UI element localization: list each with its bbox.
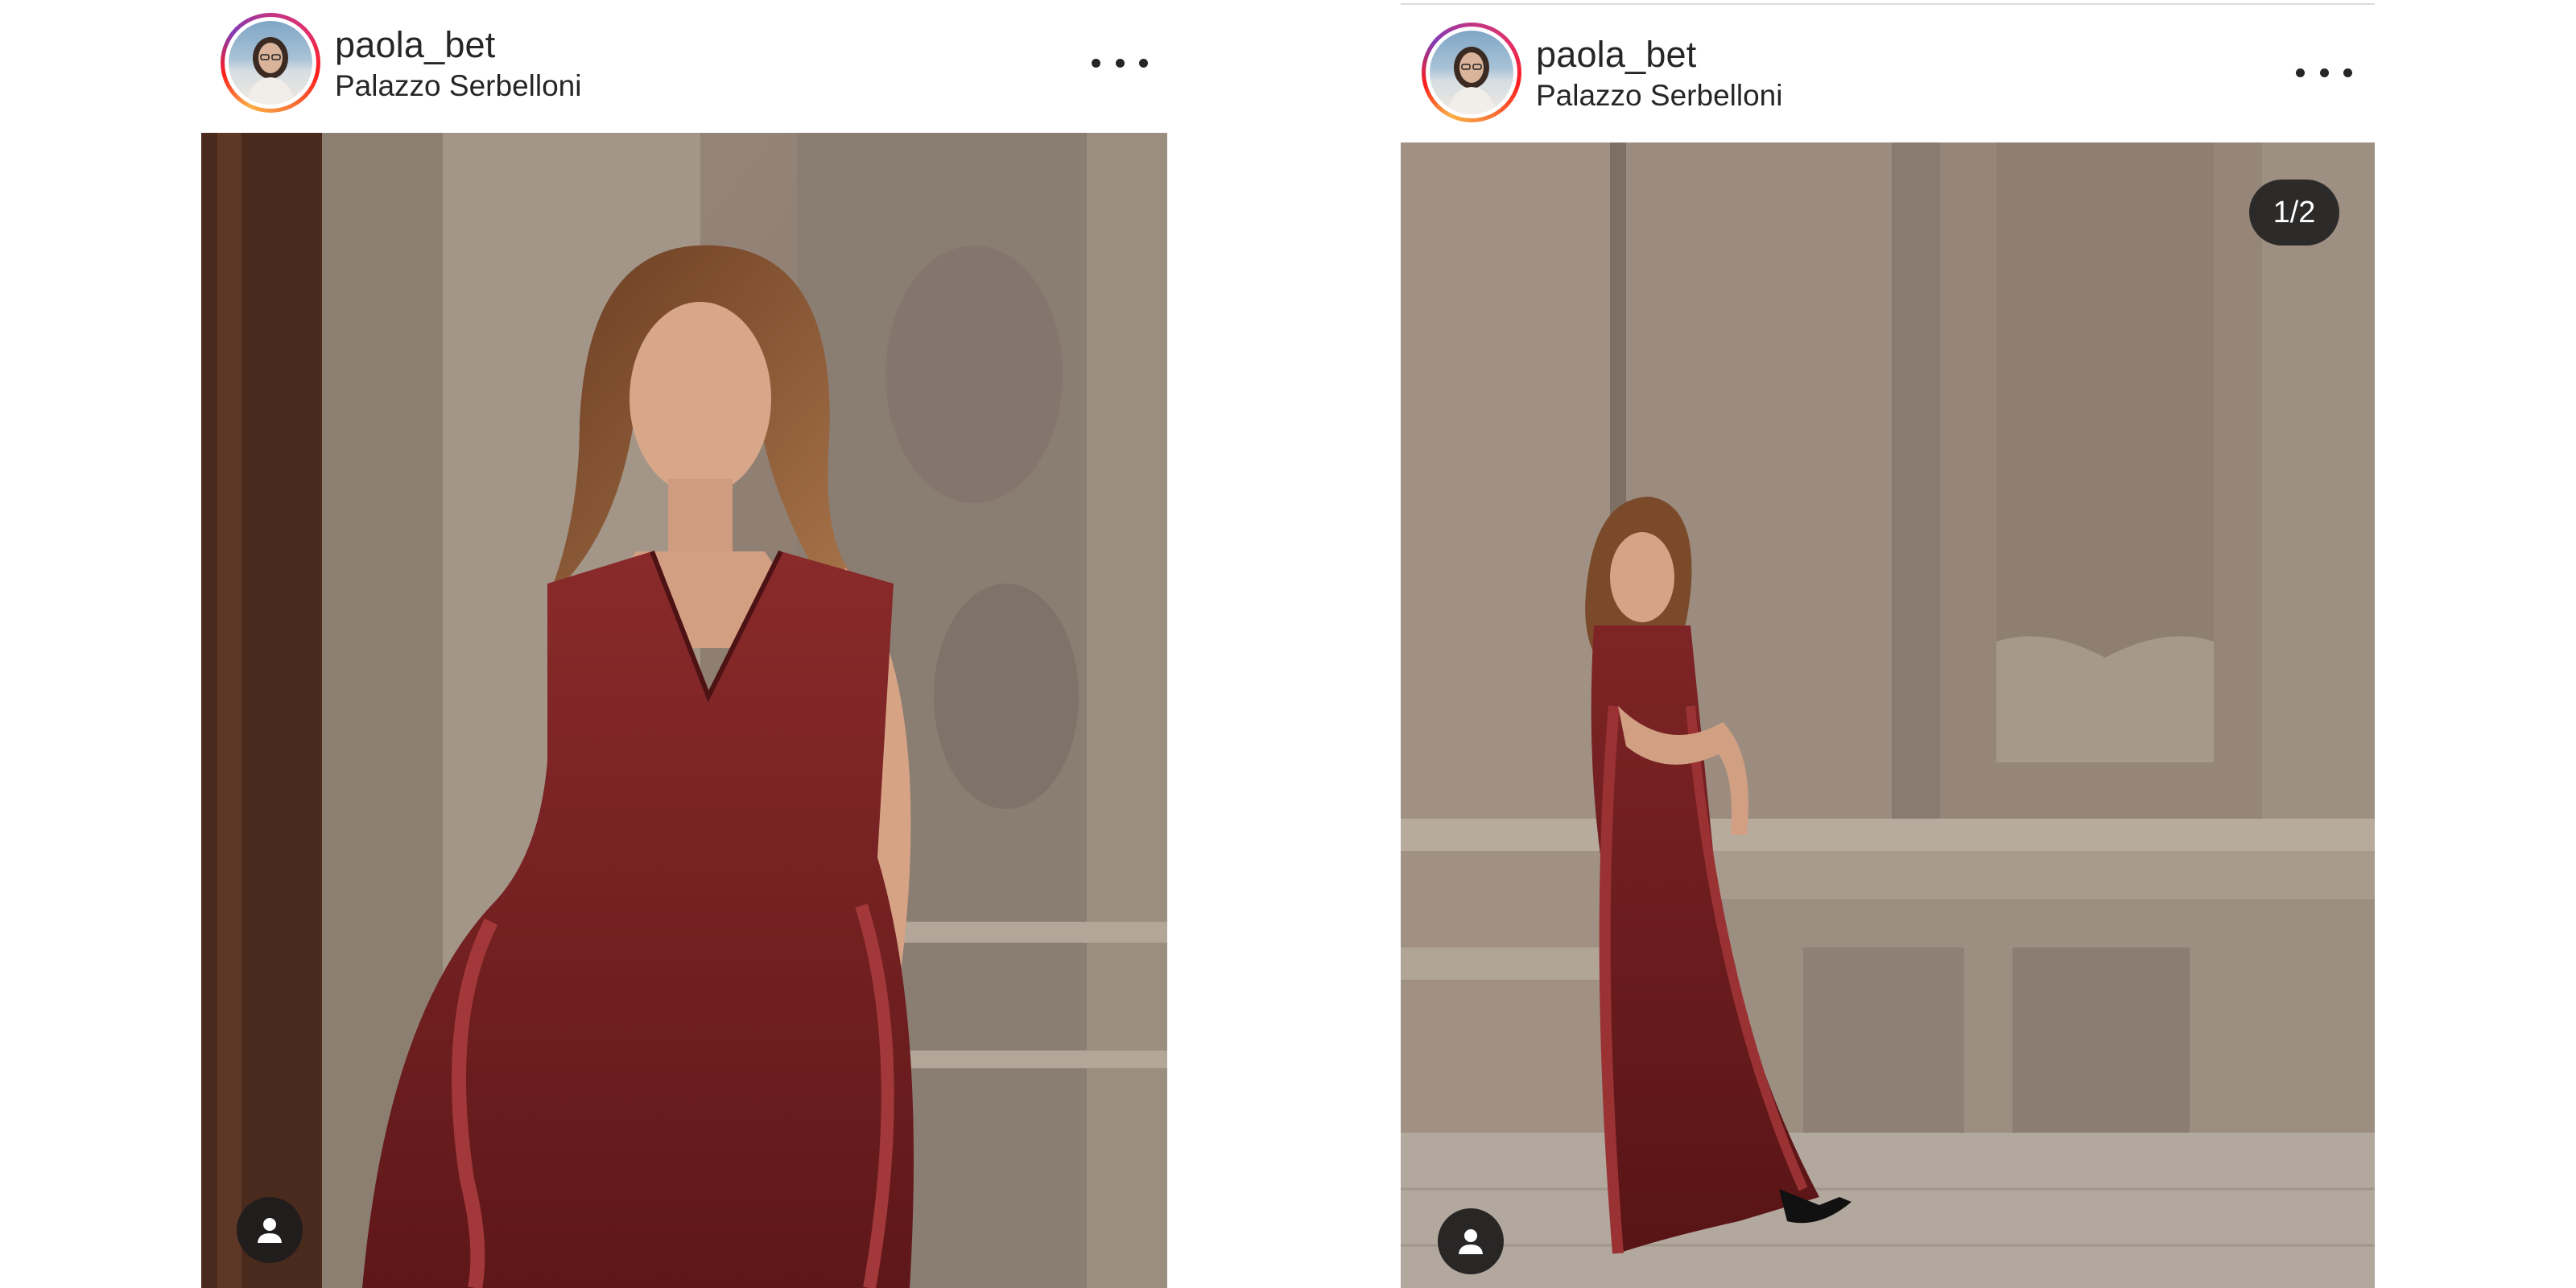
avatar-image [246, 37, 295, 105]
carousel-counter: 1/2 [2249, 180, 2339, 246]
username-link[interactable]: paola_bet [335, 24, 496, 66]
post-photo-image [1401, 142, 2375, 1288]
post-photo[interactable] [201, 133, 1167, 1288]
avatar-photo [1430, 31, 1513, 114]
location-link[interactable]: Palazzo Serbelloni [1536, 79, 1782, 113]
user-tag-button[interactable] [1438, 1208, 1504, 1274]
post-header: paola_bet Palazzo Serbelloni [1401, 0, 2375, 133]
post-header: paola_bet Palazzo Serbelloni [201, 0, 1167, 133]
avatar[interactable] [1422, 23, 1521, 122]
more-horizontal-icon[interactable] [1092, 47, 1148, 79]
avatar[interactable] [221, 13, 320, 113]
location-link[interactable]: Palazzo Serbelloni [335, 69, 581, 103]
avatar-photo [229, 21, 312, 105]
post-photo-image [201, 133, 1167, 1288]
post-card-2: paola_bet Palazzo Serbelloni 1/2 [1401, 0, 2375, 1288]
post-card-1: paola_bet Palazzo Serbelloni [201, 0, 1167, 1288]
user-silhouette-icon [1459, 1229, 1483, 1254]
username-link[interactable]: paola_bet [1536, 34, 1697, 76]
user-silhouette-icon [258, 1218, 282, 1243]
post-photo[interactable]: 1/2 [1401, 142, 2375, 1288]
user-tag-button[interactable] [237, 1197, 303, 1263]
more-horizontal-icon[interactable] [2296, 56, 2352, 89]
avatar-image [1447, 47, 1496, 114]
